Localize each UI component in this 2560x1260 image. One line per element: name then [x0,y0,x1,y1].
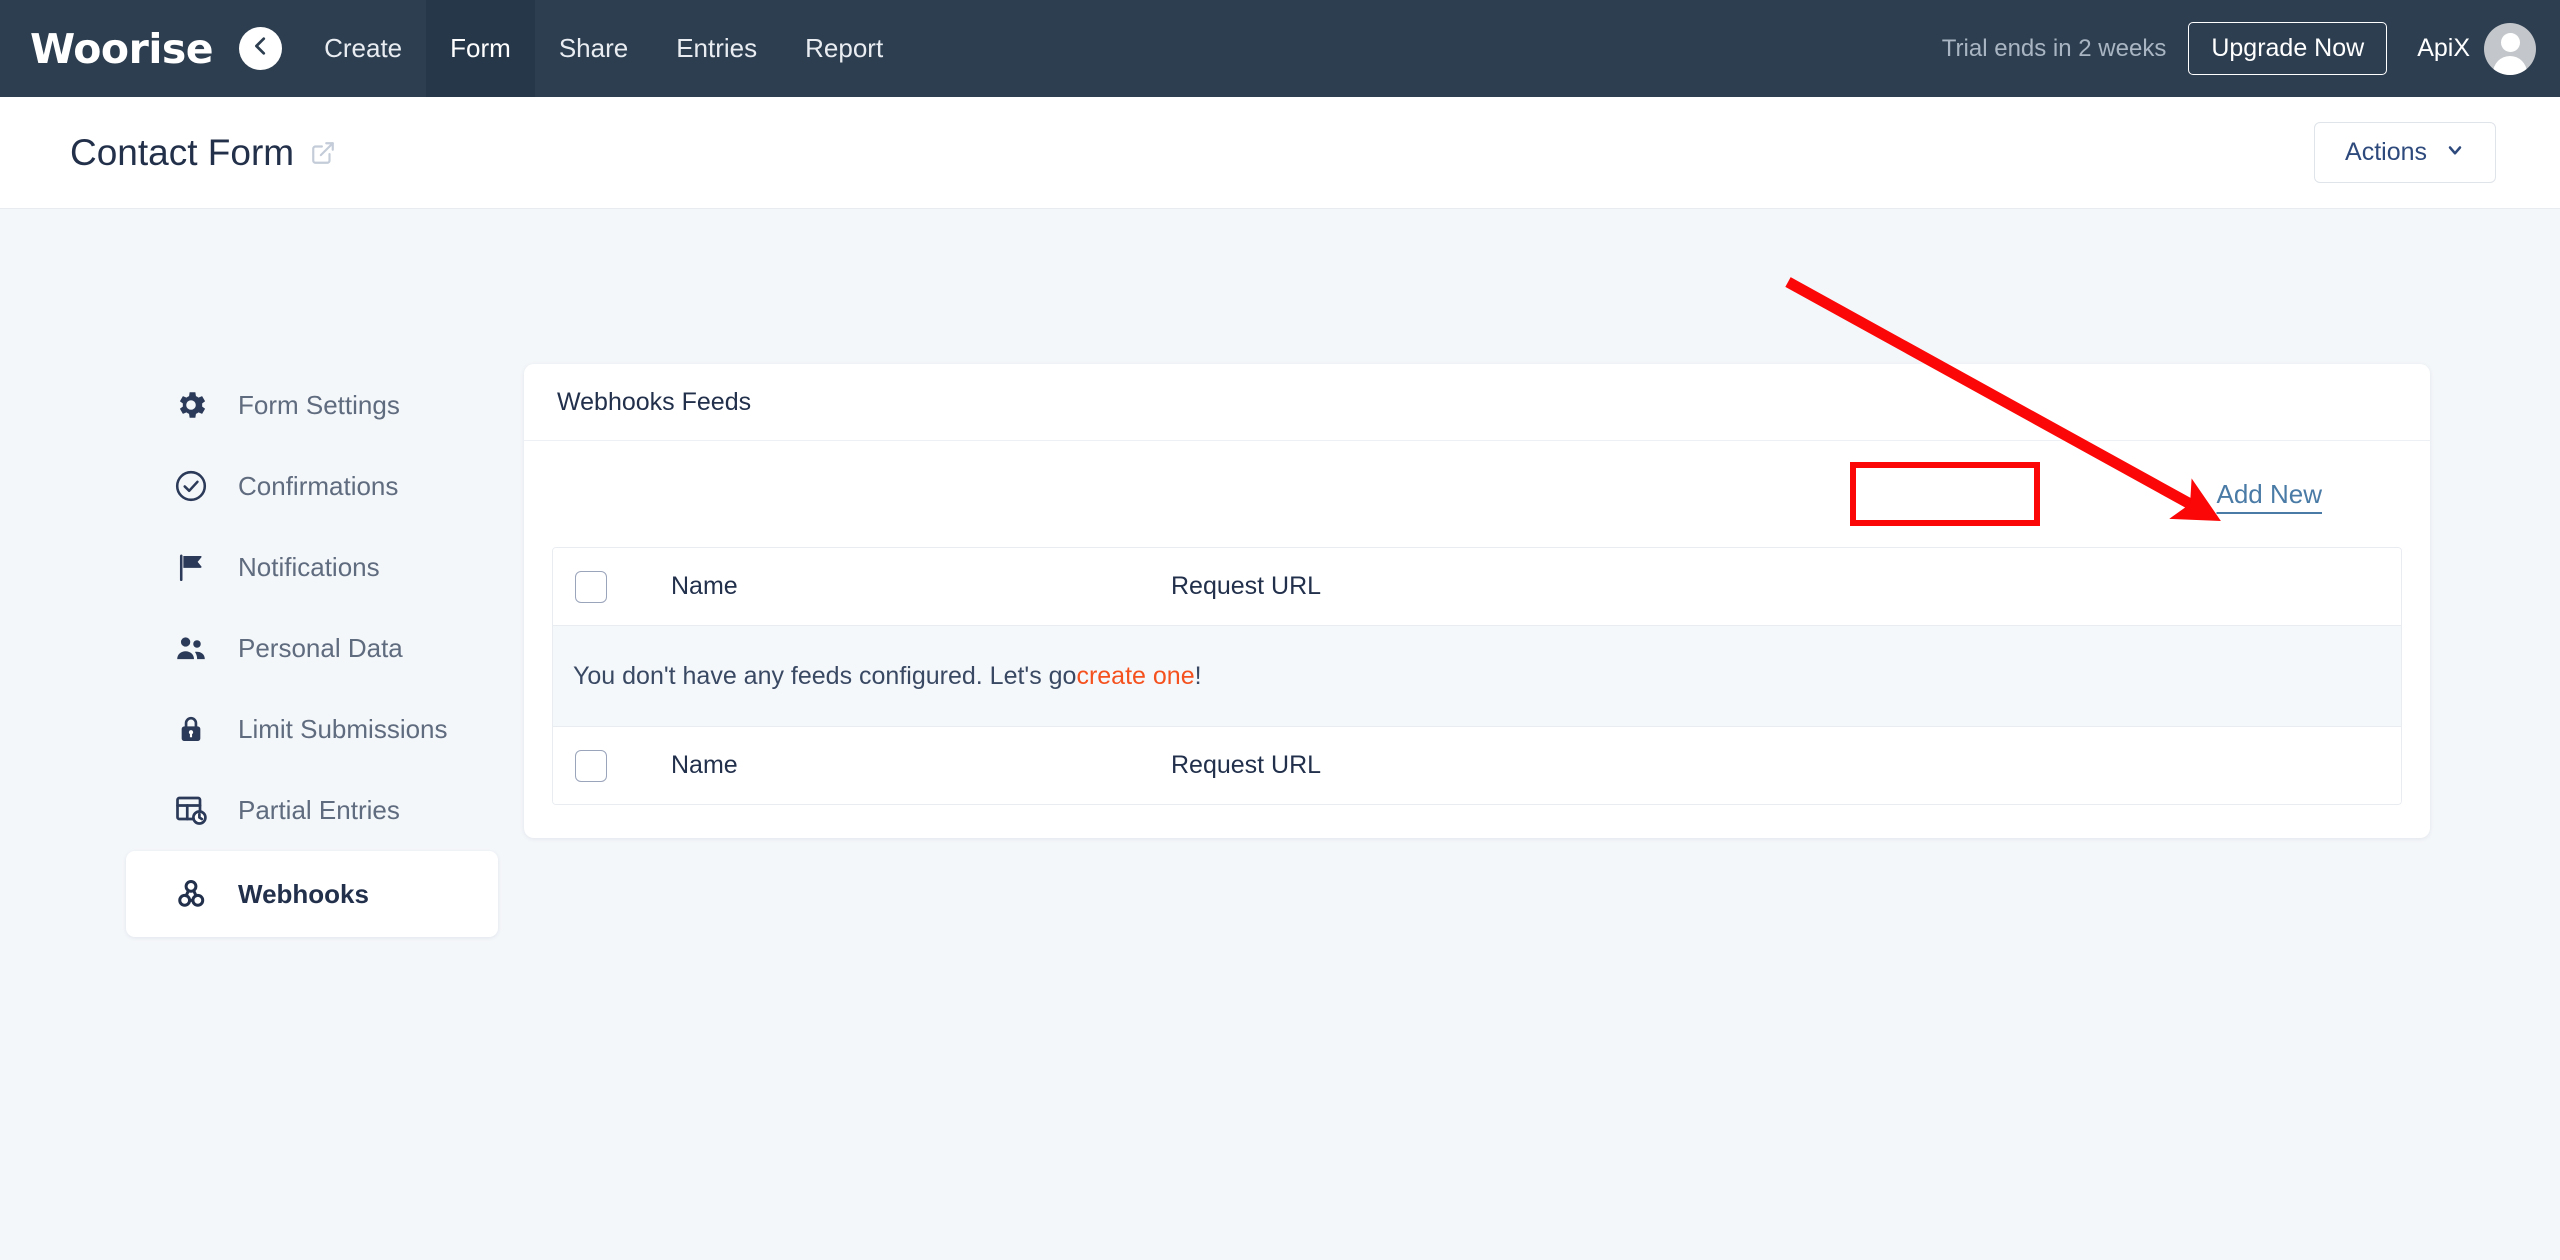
user-name-label[interactable]: ApiX [2417,34,2470,63]
nav-tab-create[interactable]: Create [300,0,426,97]
column-footer-request-url[interactable]: Request URL [1171,751,2401,780]
check-circle-icon [170,465,212,507]
flag-icon [170,546,212,588]
empty-state-suffix: ! [1194,661,1202,690]
page-title: Contact Form [70,131,295,173]
select-all-footer-cell [553,749,671,782]
app-logo[interactable]: Woorise [30,25,214,73]
sidebar-item-label: Form Settings [238,389,400,420]
empty-state-row: You don't have any feeds configured. Let… [553,626,2401,726]
nav-tab-form[interactable]: Form [426,0,535,97]
sidebar-item-label: Limit Submissions [238,713,448,744]
nav-tab-label: Create [324,33,403,63]
sidebar-item-personal-data[interactable]: Personal Data [126,608,498,688]
sidebar-item-partial-entries[interactable]: Partial Entries [126,770,498,850]
nav-tab-share[interactable]: Share [535,0,652,97]
settings-sidebar: Form Settings Confirmations Notification… [126,365,498,938]
table-footer-row: Name Request URL [553,726,2401,804]
sidebar-item-form-settings[interactable]: Form Settings [126,365,498,445]
actions-button[interactable]: Actions [2314,122,2496,183]
nav-tab-label: Form [450,33,511,63]
sidebar-item-confirmations[interactable]: Confirmations [126,446,498,526]
sidebar-item-notifications[interactable]: Notifications [126,527,498,607]
select-all-cell [553,570,671,603]
empty-state-text: You don't have any feeds configured. Let… [573,661,1077,690]
nav-tab-label: Share [558,33,629,63]
actions-button-label: Actions [2345,138,2427,166]
create-one-link[interactable]: create one [1076,662,1194,691]
select-all-checkbox[interactable] [575,570,607,603]
lock-icon [170,708,212,750]
external-link-icon[interactable] [310,140,336,166]
card-header: Webhooks Feeds [524,364,2430,441]
sidebar-item-label: Notifications [238,551,380,582]
feeds-table: Name Request URL You don't have any feed… [552,547,2402,805]
sidebar-item-label: Confirmations [238,470,399,501]
nav-tab-entries[interactable]: Entries [652,0,781,97]
column-header-request-url[interactable]: Request URL [1171,572,2401,601]
nav-tab-label: Entries [676,33,758,63]
table-header-row: Name Request URL [553,548,2401,626]
sidebar-item-label: Partial Entries [238,794,400,825]
nav-tab-label: Report [805,33,884,63]
webhook-icon [170,873,212,915]
column-footer-name[interactable]: Name [671,751,1171,780]
page-subheader: Contact Form Actions [0,97,2560,209]
back-button[interactable] [239,27,283,70]
chevron-left-icon [250,35,272,62]
sidebar-item-limit-submissions[interactable]: Limit Submissions [126,689,498,769]
people-icon [170,627,212,669]
user-avatar-icon[interactable] [2484,22,2536,75]
column-header-name[interactable]: Name [671,572,1171,601]
sidebar-item-webhooks[interactable]: Webhooks [126,851,498,937]
table-clock-icon [170,789,212,831]
sidebar-item-label: Personal Data [238,632,403,663]
navbar-right-group: Trial ends in 2 weeks Upgrade Now ApiX [1942,22,2560,75]
card-title: Webhooks Feeds [557,387,752,416]
chevron-down-icon [2445,138,2465,167]
page-content: Form Settings Confirmations Notification… [0,210,2560,1260]
annotation-highlight-box [1850,462,2040,526]
add-new-row: Add New [524,441,2430,547]
select-all-checkbox-footer[interactable] [575,749,607,782]
top-navbar: Woorise Create Form Share Entries Report… [0,0,2560,97]
gear-icon [170,384,212,426]
sidebar-item-label: Webhooks [238,878,369,909]
add-new-button[interactable]: Add New [2217,479,2323,510]
trial-status-text: Trial ends in 2 weeks [1941,34,2167,62]
webhooks-feeds-card: Webhooks Feeds Add New Name Request URL … [524,364,2430,838]
primary-nav: Create Form Share Entries Report [300,0,907,97]
upgrade-now-button[interactable]: Upgrade Now [2188,22,2388,75]
nav-tab-report[interactable]: Report [781,0,907,97]
